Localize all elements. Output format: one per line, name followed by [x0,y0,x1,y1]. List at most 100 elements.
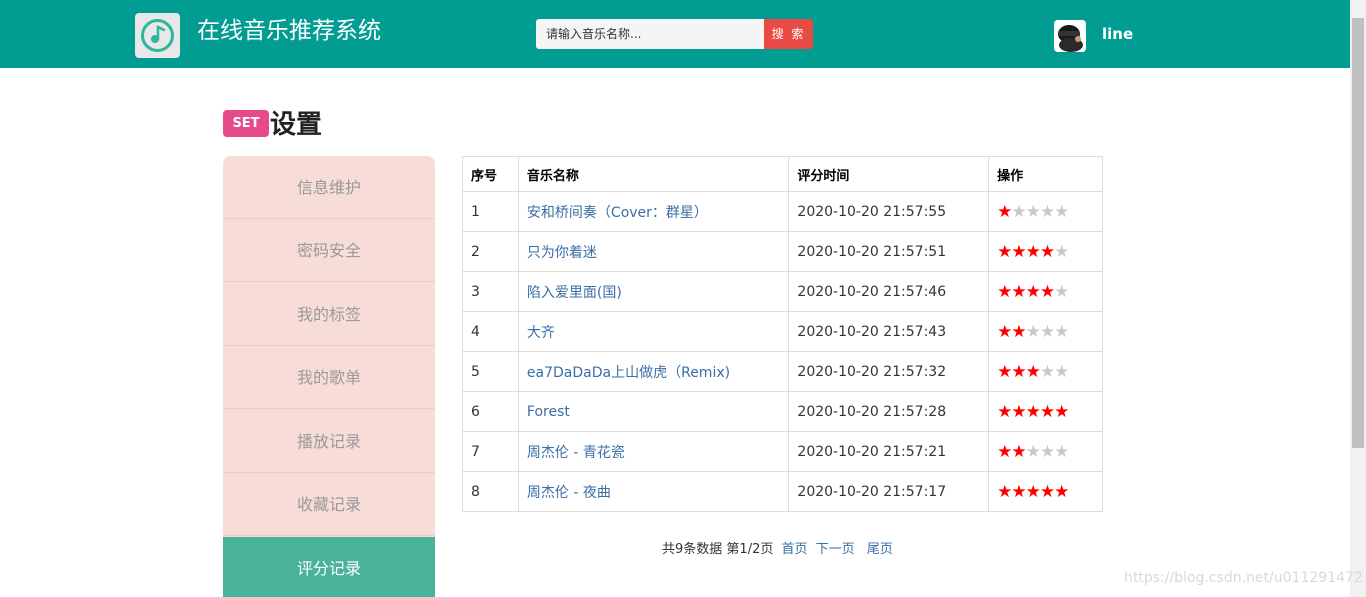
star-filled-icon[interactable]: ★ [1011,402,1026,422]
row-index: 8 [462,471,519,512]
username[interactable]: line [1102,25,1133,43]
star-filled-icon[interactable]: ★ [1026,282,1041,302]
row-index: 6 [462,391,519,432]
pagination-next-link[interactable]: 下一页 [816,542,855,557]
row-song-cell: 大齐 [517,311,790,352]
star-empty-icon[interactable]: ★ [1054,322,1069,342]
star-filled-icon[interactable]: ★ [1011,482,1026,502]
star-rating: ★★★★★ [988,311,1103,352]
scrollbar-thumb[interactable] [1352,18,1364,448]
table-row: 2 只为你着迷 2020-10-20 21:57:51 ★★★★★ [462,231,1103,272]
row-song-cell: ea7DaDaDa上山做虎（Remix) [517,351,790,392]
star-filled-icon[interactable]: ★ [997,202,1012,222]
sidebar-item-favorites[interactable]: 收藏记录 [223,473,435,536]
star-rating: ★★★★★ [988,471,1103,512]
settings-sidebar: 信息维护 密码安全 我的标签 我的歌单 播放记录 收藏记录 评分记录 [223,156,435,597]
star-filled-icon[interactable]: ★ [1011,442,1026,462]
table-row: 1 安和桥间奏（Cover：群星） 2020-10-20 21:57:55 ★★★★★ [462,191,1103,232]
song-link[interactable]: 安和桥间奏（Cover：群星） [527,205,708,221]
sidebar-item-tags[interactable]: 我的标签 [223,283,435,346]
song-link[interactable]: Forest [527,404,570,420]
star-filled-icon[interactable]: ★ [997,402,1012,422]
star-filled-icon[interactable]: ★ [1040,282,1055,302]
song-link[interactable]: ea7DaDaDa上山做虎（Remix) [527,365,730,381]
sidebar-item-info[interactable]: 信息维护 [223,156,435,219]
star-empty-icon[interactable]: ★ [1054,442,1069,462]
row-time: 2020-10-20 21:57:32 [788,351,990,392]
star-rating: ★★★★★ [988,191,1103,232]
song-link[interactable]: 只为你着迷 [527,245,597,261]
star-filled-icon[interactable]: ★ [997,282,1012,302]
star-empty-icon[interactable]: ★ [1026,322,1041,342]
star-filled-icon[interactable]: ★ [997,442,1012,462]
star-rating: ★★★★★ [988,351,1103,392]
star-filled-icon[interactable]: ★ [1026,482,1041,502]
row-song-cell: 只为你着迷 [517,231,790,272]
sidebar-item-play-history[interactable]: 播放记录 [223,410,435,473]
star-empty-icon[interactable]: ★ [1040,362,1055,382]
row-index: 7 [462,431,519,472]
star-filled-icon[interactable]: ★ [997,322,1012,342]
row-index: 5 [462,351,519,392]
header-index: 序号 [462,156,519,192]
song-link[interactable]: 周杰伦 - 夜曲 [527,485,611,501]
table-row: 6 Forest 2020-10-20 21:57:28 ★★★★★ [462,391,1103,432]
row-index: 4 [462,311,519,352]
row-index: 1 [462,191,519,232]
pagination-last-link[interactable]: 尾页 [867,542,893,557]
star-filled-icon[interactable]: ★ [1011,242,1026,262]
star-filled-icon[interactable]: ★ [1026,242,1041,262]
star-filled-icon[interactable]: ★ [1054,482,1069,502]
row-song-cell: 周杰伦 - 夜曲 [517,471,790,512]
table-row: 5 ea7DaDaDa上山做虎（Remix) 2020-10-20 21:57:32… [462,351,1103,392]
song-link[interactable]: 陷入爱里面(国) [527,285,622,301]
sidebar-item-playlists[interactable]: 我的歌单 [223,346,435,409]
music-logo-icon[interactable] [135,13,180,58]
row-time: 2020-10-20 21:57:46 [788,271,990,312]
star-empty-icon[interactable]: ★ [1054,202,1069,222]
header-action: 操作 [988,156,1103,192]
top-navbar: 在线音乐推荐系统 搜 索 line [0,0,1350,68]
app-title[interactable]: 在线音乐推荐系统 [197,16,381,46]
star-filled-icon[interactable]: ★ [1026,362,1041,382]
row-time: 2020-10-20 21:57:55 [788,191,990,232]
song-link[interactable]: 大齐 [527,325,555,341]
star-empty-icon[interactable]: ★ [1040,442,1055,462]
star-filled-icon[interactable]: ★ [997,482,1012,502]
star-empty-icon[interactable]: ★ [1026,202,1041,222]
star-rating: ★★★★★ [988,271,1103,312]
star-empty-icon[interactable]: ★ [1054,242,1069,262]
star-filled-icon[interactable]: ★ [997,362,1012,382]
star-empty-icon[interactable]: ★ [1040,202,1055,222]
search-input[interactable] [536,19,764,49]
star-filled-icon[interactable]: ★ [1040,402,1055,422]
star-filled-icon[interactable]: ★ [1011,282,1026,302]
star-filled-icon[interactable]: ★ [1040,482,1055,502]
sidebar-item-password[interactable]: 密码安全 [223,219,435,282]
pagination-page: 第1/2页 [726,542,774,557]
table-row: 3 陷入爱里面(国) 2020-10-20 21:57:46 ★★★★★ [462,271,1103,312]
star-empty-icon[interactable]: ★ [1040,322,1055,342]
search-button[interactable]: 搜 索 [764,19,813,49]
song-link[interactable]: 周杰伦 - 青花瓷 [527,445,625,461]
user-avatar[interactable] [1054,20,1086,52]
rating-table: 序号 音乐名称 评分时间 操作 1 安和桥间奏（Cover：群星） 2020-10-… [462,156,1103,512]
star-filled-icon[interactable]: ★ [1011,322,1026,342]
pagination-first-link[interactable]: 首页 [782,542,808,557]
star-empty-icon[interactable]: ★ [1054,362,1069,382]
star-filled-icon[interactable]: ★ [1011,362,1026,382]
star-filled-icon[interactable]: ★ [1054,402,1069,422]
star-filled-icon[interactable]: ★ [1026,402,1041,422]
row-song-cell: 周杰伦 - 青花瓷 [517,431,790,472]
row-time: 2020-10-20 21:57:43 [788,311,990,352]
header-song: 音乐名称 [517,156,790,192]
sidebar-item-ratings[interactable]: 评分记录 [223,537,435,597]
star-empty-icon[interactable]: ★ [1011,202,1026,222]
star-filled-icon[interactable]: ★ [997,242,1012,262]
star-filled-icon[interactable]: ★ [1040,242,1055,262]
row-time: 2020-10-20 21:57:28 [788,391,990,432]
star-rating: ★★★★★ [988,231,1103,272]
star-empty-icon[interactable]: ★ [1054,282,1069,302]
row-song-cell: 安和桥间奏（Cover：群星） [517,191,790,232]
star-empty-icon[interactable]: ★ [1026,442,1041,462]
